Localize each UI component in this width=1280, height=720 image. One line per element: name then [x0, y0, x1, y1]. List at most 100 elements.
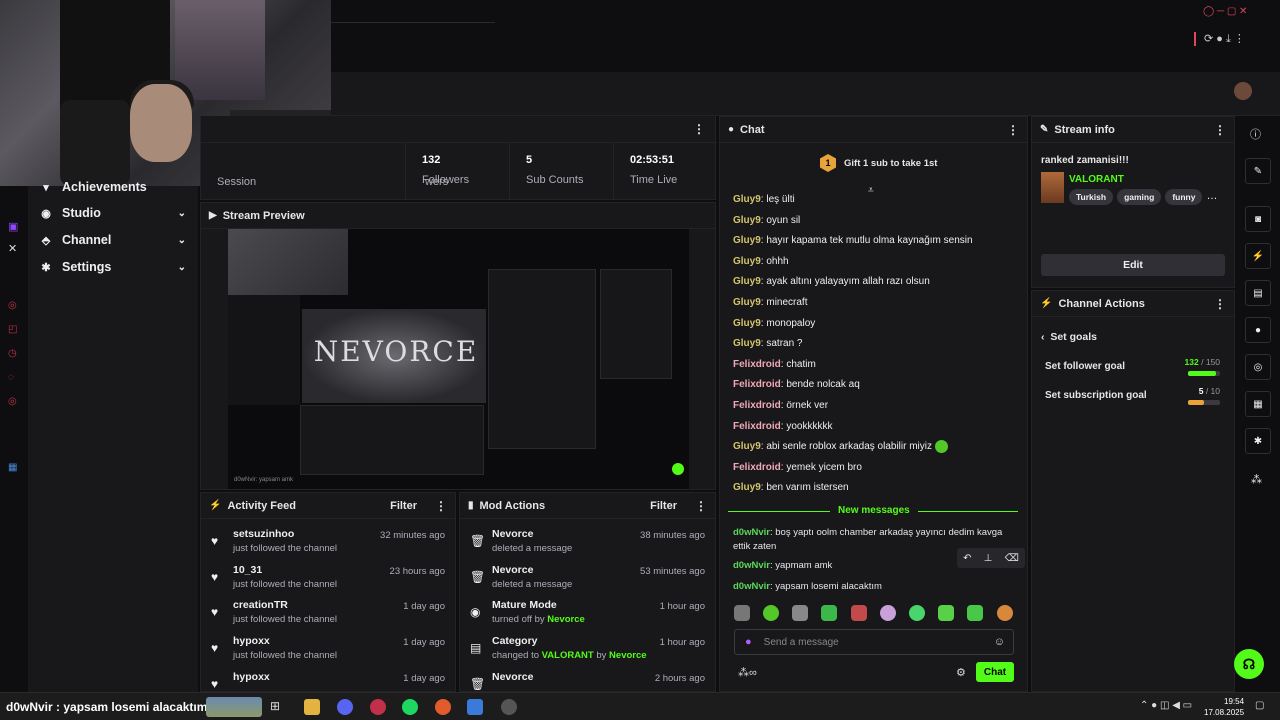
- task-view-icon[interactable]: ⊞: [270, 699, 286, 715]
- mod-filter-button[interactable]: Filter: [650, 500, 677, 512]
- chat-message[interactable]: Felixdroid: yemek yicem bro: [720, 458, 1020, 479]
- chat-message[interactable]: Gluy9: satran ?: [720, 334, 1020, 355]
- more-icon[interactable]: ⋮: [1007, 123, 1019, 137]
- more-icon[interactable]: ⋮: [1214, 297, 1226, 311]
- extensions-icon[interactable]: ⟳ ● ⤓ ⋮: [1204, 32, 1245, 46]
- chat-message[interactable]: Gluy9: hayır kapama tek mutlu olma kayna…: [720, 231, 1020, 252]
- activity-filter-button[interactable]: Filter: [390, 500, 417, 512]
- extension-icon[interactable]: ⁂: [1251, 473, 1262, 486]
- more-icon[interactable]: ⋮: [695, 499, 707, 513]
- notification-icon[interactable]: ▢: [1255, 700, 1264, 711]
- twitch-icon[interactable]: ▣: [8, 220, 18, 233]
- discord-icon[interactable]: [337, 699, 353, 715]
- chat-message[interactable]: Felixdroid: chatim: [720, 355, 1020, 376]
- clock[interactable]: 19:54 17.08.2025: [1204, 696, 1244, 718]
- camera-icon[interactable]: ◙: [1245, 206, 1271, 232]
- system-tray-icons[interactable]: ⌃ ● ◫ ◀ ▭: [1140, 700, 1192, 711]
- wrench-icon[interactable]: ✱: [1245, 428, 1271, 454]
- trash-icon[interactable]: ⌫: [1005, 553, 1019, 564]
- follower-goal-label[interactable]: Set follower goal: [1045, 361, 1125, 372]
- app-icon[interactable]: [467, 699, 483, 715]
- document-icon[interactable]: ▤: [1245, 280, 1271, 306]
- message-actions[interactable]: ↶ ⊥ ⌫: [957, 548, 1025, 568]
- chat-message[interactable]: Gluy9: oyun sil: [720, 211, 1020, 232]
- chat-message[interactable]: Felixdroid: yookkkkkk: [720, 417, 1020, 438]
- category-thumbnail[interactable]: [1041, 172, 1064, 203]
- pin-icon[interactable]: ⊥: [984, 553, 993, 564]
- support-icon[interactable]: ☊: [1234, 649, 1264, 679]
- chat-input[interactable]: ● Send a message ☺: [734, 629, 1014, 655]
- pencil-icon[interactable]: ✎: [1245, 158, 1271, 184]
- spotify-icon[interactable]: [402, 699, 418, 715]
- chat-message[interactable]: Gluy9: ayak altını yalayayım allah razı …: [720, 272, 1020, 293]
- window-close-icon[interactable]: ◯ ─ ▢ ✕: [1203, 6, 1247, 17]
- emote-icon[interactable]: [938, 605, 954, 621]
- more-icon[interactable]: ⋮: [435, 499, 447, 513]
- sidebar-item-channel[interactable]: ⬘ Channel ⌄: [28, 227, 198, 253]
- emote-icon[interactable]: [880, 605, 896, 621]
- broadcast-icon[interactable]: ◎: [1245, 354, 1271, 380]
- gift-leaderboard[interactable]: 1 Gift 1 sub to take 1st: [820, 153, 937, 173]
- back-button[interactable]: ‹ Set goals: [1041, 331, 1097, 343]
- chat-message[interactable]: Gluy9: ben varım istersen: [720, 478, 1020, 499]
- sidebar-item-achievements[interactable]: ▾ Achievements: [28, 180, 198, 194]
- layout-icon[interactable]: ▦: [1245, 391, 1271, 417]
- emote-icon[interactable]: [792, 605, 808, 621]
- obs-icon[interactable]: [501, 699, 517, 715]
- list-item[interactable]: ♥ setsuzinhoo just followed the channel …: [201, 523, 455, 559]
- more-icon[interactable]: ⋮: [1214, 123, 1226, 137]
- reply-icon[interactable]: ↶: [963, 553, 971, 564]
- list-item[interactable]: 🗑 Nevorce deleted a message 38 minutes a…: [460, 523, 715, 559]
- app-icon[interactable]: [435, 699, 451, 715]
- chat-message[interactable]: d0wNvir: yapmam amk: [733, 560, 832, 571]
- emote-icon[interactable]: [997, 605, 1013, 621]
- emote-icon[interactable]: [851, 605, 867, 621]
- sidebar-item-settings[interactable]: ✱ Settings ⌄: [28, 254, 198, 280]
- list-item[interactable]: ▤ Category changed to VALORANT by Nevorc…: [460, 630, 715, 666]
- points-icon[interactable]: ⁂∞: [738, 666, 757, 679]
- list-item[interactable]: ♥ 10_31 just followed the channel 23 hou…: [201, 559, 455, 595]
- subscription-goal-label[interactable]: Set subscription goal: [1045, 390, 1147, 401]
- sidebar-red-icons[interactable]: ◎ ◰ ◷ ◌ ◎: [8, 294, 17, 414]
- list-item[interactable]: 🗑 Nevorce deleted a message 53 minutes a…: [460, 559, 715, 595]
- emote-icon[interactable]: [821, 605, 837, 621]
- chat-message[interactable]: Felixdroid: bende nolcak aq: [720, 375, 1020, 396]
- tag[interactable]: Turkish: [1069, 189, 1114, 205]
- opera-icon[interactable]: [370, 699, 386, 715]
- list-item[interactable]: ♥ creationTR just followed the channel 1…: [201, 594, 455, 630]
- chat-message[interactable]: Felixdroid: örnek ver: [720, 396, 1020, 417]
- emote-icon[interactable]: [734, 605, 750, 621]
- list-item[interactable]: ◉ Mature Mode turned off by Nevorce 1 ho…: [460, 594, 715, 630]
- sidebar-item-studio[interactable]: ◉ Studio ⌄: [28, 200, 198, 226]
- tag[interactable]: gaming: [1117, 189, 1162, 205]
- info-icon[interactable]: ⓘ: [1250, 126, 1261, 142]
- widgets-icon[interactable]: [206, 697, 262, 717]
- x-icon[interactable]: ✕: [8, 242, 17, 255]
- chat-message[interactable]: d0wNvir: yapsam losemi alacaktım: [733, 581, 882, 592]
- subscription-goal-bar: [1188, 400, 1220, 405]
- chat-bubble-icon[interactable]: ●: [1245, 317, 1271, 343]
- avatar[interactable]: [1234, 82, 1252, 100]
- heart-icon: ♥: [211, 676, 219, 691]
- more-icon[interactable]: ⋮: [693, 122, 705, 136]
- emote-icon[interactable]: [763, 605, 779, 621]
- list-item[interactable]: ♥ hypoxx just followed the channel 1 day…: [201, 630, 455, 666]
- preview-video[interactable]: NEVORCE d0wNvir: yapsam amk: [228, 229, 689, 489]
- chat-send-button[interactable]: Chat: [976, 662, 1014, 682]
- chat-message[interactable]: Gluy9: leş ülti: [720, 190, 1020, 211]
- chat-message[interactable]: Gluy9: monopaloy: [720, 314, 1020, 335]
- edit-button[interactable]: Edit: [1041, 254, 1225, 276]
- chat-message[interactable]: Gluy9: ohhh: [720, 252, 1020, 273]
- bolt-icon[interactable]: ⚡: [1245, 243, 1271, 269]
- chat-message[interactable]: Gluy9: abi senle roblox arkadaş olabilir…: [720, 437, 1020, 458]
- file-explorer-icon[interactable]: [304, 699, 320, 715]
- tag[interactable]: funny: [1165, 189, 1203, 205]
- emote-icon[interactable]: [909, 605, 925, 621]
- stream-category[interactable]: VALORANT: [1069, 174, 1124, 185]
- mic-icon[interactable]: ●: [745, 636, 752, 648]
- chat-message[interactable]: Gluy9: minecraft: [720, 293, 1020, 314]
- app-icon[interactable]: ▦: [8, 462, 17, 473]
- emote-icon[interactable]: [967, 605, 983, 621]
- gear-icon[interactable]: ⚙: [956, 666, 966, 679]
- emoji-icon[interactable]: ☺: [994, 636, 1005, 648]
